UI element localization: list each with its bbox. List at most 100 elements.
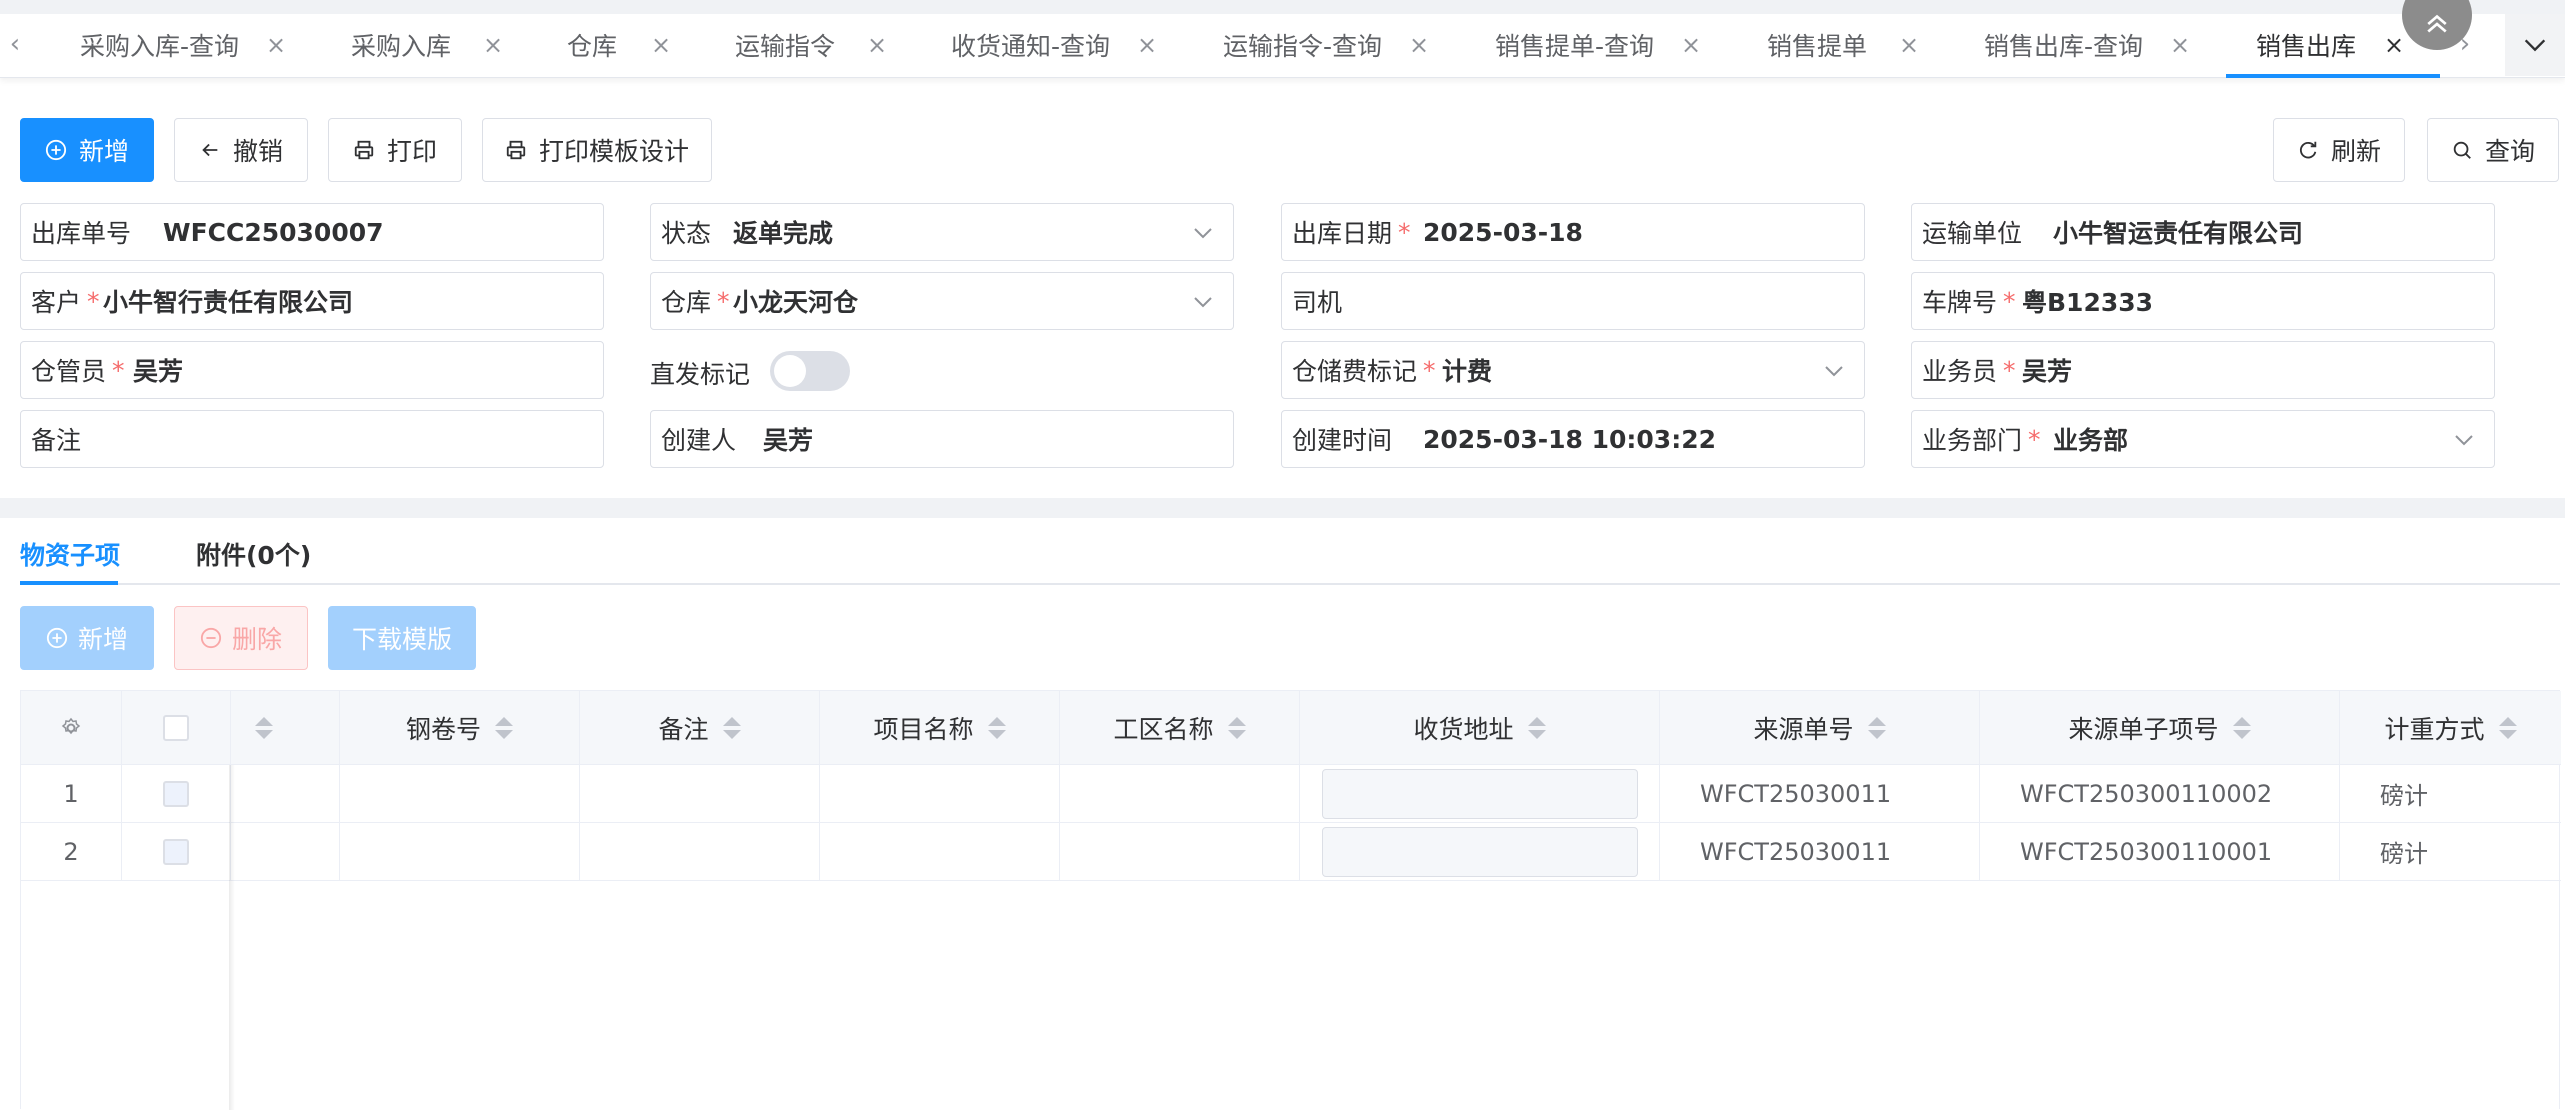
outbound-date-field[interactable]: 出库日期 * 2025-03-18 <box>1281 203 1865 261</box>
salesman-label: 业务员 <box>1922 357 1998 386</box>
row-checkbox[interactable] <box>163 838 189 865</box>
carrier-value: 小牛智运责任有限公司 <box>2053 219 2304 248</box>
required-mark: * <box>2028 424 2041 454</box>
remark-field[interactable]: 备注 <box>20 410 604 468</box>
close-icon[interactable]: × <box>1409 31 1429 59</box>
close-icon[interactable]: × <box>2384 31 2404 59</box>
print-template-design-label: 打印模板设计 <box>538 137 689 166</box>
salesman-field[interactable]: 业务员 * 吴芳 <box>1911 341 2495 399</box>
print-button-label: 打印 <box>386 137 437 166</box>
column-source-item-no[interactable]: 来源单子项号 <box>1980 691 2340 765</box>
close-icon[interactable]: × <box>1137 31 1157 59</box>
source-no-cell: WFCT25030011 <box>1660 765 1980 822</box>
driver-field[interactable]: 司机 <box>1281 272 1865 330</box>
subtab-divider <box>20 583 2560 585</box>
tab-label: 运输指令-查询 <box>1223 32 1383 61</box>
remark-cell <box>580 823 820 880</box>
refresh-button[interactable]: 刷新 <box>2273 118 2405 182</box>
tab-menu-dropdown[interactable] <box>2505 14 2565 76</box>
column-source-no[interactable]: 来源单号 <box>1660 691 1980 765</box>
address-cell <box>1300 765 1660 822</box>
tab-label: 运输指令 <box>735 32 836 61</box>
hidden-column-header[interactable] <box>231 691 340 765</box>
carrier-field[interactable]: 运输单位 小牛智运责任有限公司 <box>1911 203 2495 261</box>
double-chevron-up-icon <box>2427 14 2447 33</box>
close-icon[interactable]: × <box>867 31 887 59</box>
tab-label: 收货通知-查询 <box>951 32 1111 61</box>
required-mark: * <box>1398 217 1411 247</box>
printer-icon <box>354 140 374 160</box>
add-item-button[interactable]: 新增 <box>20 606 154 670</box>
print-template-design-button[interactable]: 打印模板设计 <box>482 118 712 182</box>
creator-label: 创建人 <box>661 426 737 455</box>
revoke-button[interactable]: 撤销 <box>174 118 308 182</box>
printer-icon <box>506 140 526 160</box>
address-input[interactable] <box>1321 826 1638 877</box>
plate-field[interactable]: 车牌号 * 粤B12333 <box>1911 272 2495 330</box>
plus-circle-icon <box>46 627 68 649</box>
direct-flag-label: 直发标记 <box>650 360 751 389</box>
warehouse-value: 小龙天河仓 <box>733 288 859 317</box>
sort-icon <box>1867 717 1886 739</box>
tab-label: 销售出库 <box>2256 32 2357 61</box>
carrier-label: 运输单位 <box>1922 219 2023 248</box>
column-address[interactable]: 收货地址 <box>1300 691 1660 765</box>
outbound-no-field[interactable]: 出库单号 WFCC25030007 <box>20 203 604 261</box>
add-button[interactable]: 新增 <box>20 118 154 182</box>
tab-material-items[interactable]: 物资子项 <box>20 536 120 572</box>
customer-field[interactable]: 客户 * 小牛智行责任有限公司 <box>20 272 604 330</box>
close-icon[interactable]: × <box>2170 31 2190 59</box>
arrow-left-icon <box>202 143 218 157</box>
print-button[interactable]: 打印 <box>328 118 462 182</box>
column-settings[interactable] <box>21 691 122 765</box>
tab-attachments[interactable]: 附件(0个) <box>196 536 311 572</box>
column-label: 收货地址 <box>1413 715 1514 744</box>
chevron-down-icon <box>1194 297 1212 308</box>
column-label: 工区名称 <box>1113 715 1214 744</box>
plus-circle-icon <box>45 139 67 161</box>
select-all-checkbox[interactable] <box>163 715 189 741</box>
column-label: 备注 <box>658 715 709 744</box>
department-select[interactable]: 业务部门 * 业务部 <box>1911 410 2495 468</box>
column-weigh-method[interactable]: 计重方式 <box>2340 691 2561 765</box>
warehouse-select[interactable]: 仓库 * 小龙天河仓 <box>650 272 1234 330</box>
row-index: 1 <box>21 765 122 822</box>
close-icon[interactable]: × <box>1899 31 1919 59</box>
hidden-cell <box>231 765 340 822</box>
source-item-no-cell: WFCT250300110001 <box>1980 823 2340 880</box>
column-coil-no[interactable]: 钢卷号 <box>340 691 580 765</box>
plate-value: 粤B12333 <box>2022 288 2154 317</box>
close-icon[interactable]: × <box>266 31 286 59</box>
close-icon[interactable]: × <box>1681 31 1701 59</box>
table-row[interactable]: 1 WFCT25030011 WFCT250300110002 磅计 <box>21 765 2561 823</box>
chevron-down-icon <box>1194 228 1212 239</box>
storage-fee-select[interactable]: 仓储费标记 * 计费 <box>1281 341 1865 399</box>
address-input[interactable] <box>1321 768 1638 819</box>
outbound-date-value: 2025-03-18 <box>1423 217 1583 247</box>
customer-label: 客户 <box>31 288 82 317</box>
column-project-name[interactable]: 项目名称 <box>820 691 1060 765</box>
creator-field[interactable]: 创建人 吴芳 <box>650 410 1234 468</box>
keeper-field[interactable]: 仓管员 * 吴芳 <box>20 341 604 399</box>
fixed-column-shadow <box>229 765 235 1110</box>
delete-item-button[interactable]: 删除 <box>174 606 308 670</box>
status-select[interactable]: 状态 返单完成 <box>650 203 1234 261</box>
download-template-button[interactable]: 下载模版 <box>328 606 476 670</box>
query-button[interactable]: 查询 <box>2427 118 2559 182</box>
tab-bar: ‹ 采购入库-查询 × 采购入库 × 仓库 × 运输指令 × 收货通知-查询 ×… <box>0 0 2565 78</box>
required-mark: * <box>1423 355 1436 385</box>
row-select-cell <box>122 765 231 822</box>
column-remark[interactable]: 备注 <box>580 691 820 765</box>
customer-value: 小牛智行责任有限公司 <box>103 288 354 317</box>
row-checkbox[interactable] <box>163 780 189 807</box>
direct-flag-toggle[interactable] <box>770 351 850 391</box>
project-name-cell <box>820 823 1060 880</box>
tab-scroll-left-icon[interactable]: ‹ <box>0 24 30 64</box>
sort-icon <box>1227 717 1246 739</box>
created-at-field[interactable]: 创建时间 2025-03-18 10:03:22 <box>1281 410 1865 468</box>
table-row[interactable]: 2 WFCT25030011 WFCT250300110001 磅计 <box>21 823 2561 881</box>
close-icon[interactable]: × <box>483 31 503 59</box>
column-area-name[interactable]: 工区名称 <box>1060 691 1300 765</box>
close-icon[interactable]: × <box>651 31 671 59</box>
created-at-value: 2025-03-18 10:03:22 <box>1423 424 1716 454</box>
